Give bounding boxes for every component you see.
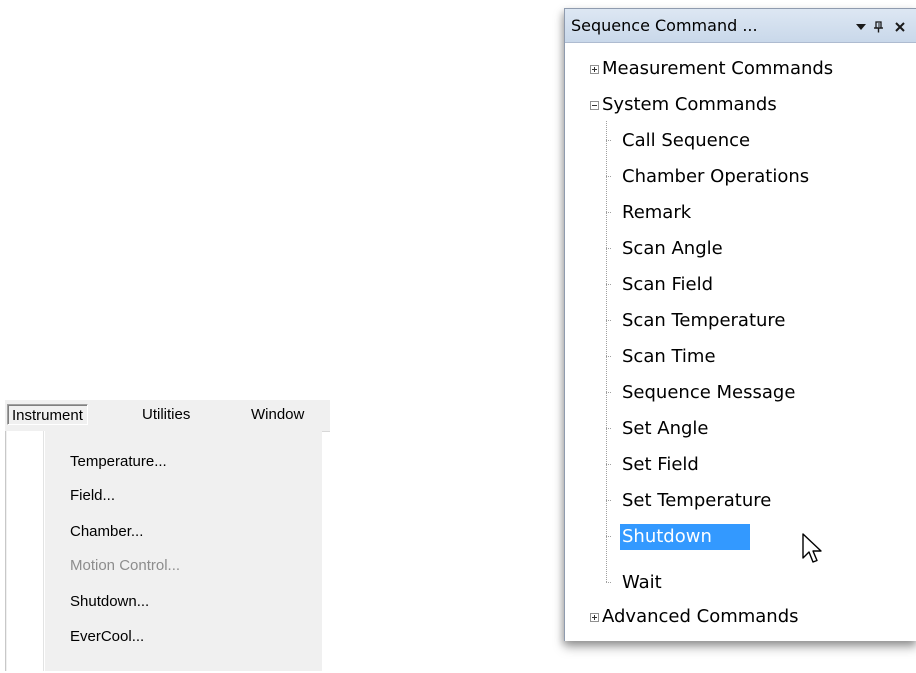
dropdown-arrow-icon[interactable] <box>852 9 870 43</box>
menu-item-shutdown[interactable]: Shutdown... <box>70 592 149 612</box>
tree-connector-tick <box>606 428 611 429</box>
tree-connector-tick <box>606 582 611 583</box>
pin-icon[interactable] <box>871 9 887 43</box>
tree-connector-tick <box>606 356 611 357</box>
panel-title: Sequence Command ... <box>571 16 758 35</box>
menu-item-field[interactable]: Field... <box>70 486 115 506</box>
tree-item-label: Call Sequence <box>622 130 751 151</box>
expand-plus-icon[interactable] <box>590 65 599 74</box>
tree-connector-tick <box>606 392 611 393</box>
tree-group-system-commands[interactable]: System Commands <box>565 92 916 118</box>
tree-connector-line <box>606 121 607 582</box>
tree-connector-tick <box>606 284 611 285</box>
tree-connector-tick <box>606 500 611 501</box>
mouse-pointer-icon <box>802 533 822 563</box>
tree-connector-tick <box>606 176 611 177</box>
tree-item-label: Remark <box>622 202 692 223</box>
sequence-command-panel: Sequence Command ... Measurement Command… <box>564 8 916 641</box>
panel-title-bar[interactable]: Sequence Command ... <box>565 9 916 43</box>
menu-item-temperature[interactable]: Temperature... <box>70 452 167 472</box>
tree-item-label: Scan Time <box>622 346 716 367</box>
menu-icon-gutter <box>7 431 43 671</box>
tree-group-label: Advanced Commands <box>602 606 799 627</box>
tree-item-label: Chamber Operations <box>622 166 810 187</box>
instrument-menu-panel: Instrument Utilities Window Temperature.… <box>5 400 330 671</box>
menu-bar: Instrument Utilities Window <box>5 400 330 432</box>
command-tree: Measurement Commands System Commands Cal… <box>565 43 916 641</box>
tree-item-label: Wait <box>622 572 662 593</box>
tree-connector-tick <box>606 464 611 465</box>
tree-item-label-selected: Shutdown <box>620 524 750 550</box>
instrument-dropdown: Temperature... Field... Chamber... Motio… <box>5 431 322 671</box>
tree-group-advanced-commands[interactable]: Advanced Commands <box>565 604 916 630</box>
menu-instrument[interactable]: Instrument <box>7 404 88 425</box>
menu-utilities[interactable]: Utilities <box>138 404 194 425</box>
expand-plus-icon[interactable] <box>590 613 599 622</box>
menu-item-evercool[interactable]: EverCool... <box>70 627 144 647</box>
tree-item-label: Sequence Message <box>622 382 796 403</box>
tree-item-label: Scan Temperature <box>622 310 786 331</box>
tree-connector-tick <box>606 248 611 249</box>
close-icon[interactable] <box>889 9 911 43</box>
tree-item-label: Set Angle <box>622 418 709 439</box>
tree-group-label: System Commands <box>602 94 777 115</box>
menu-item-motion-control: Motion Control... <box>70 557 181 574</box>
tree-group-label: Measurement Commands <box>602 58 834 79</box>
tree-item-label: Scan Field <box>622 274 714 295</box>
menu-gutter-divider-highlight <box>44 431 45 671</box>
tree-connector-tick <box>606 212 611 213</box>
tree-item-label: Set Field <box>622 454 699 475</box>
menu-item-chamber[interactable]: Chamber... <box>70 522 143 542</box>
collapse-minus-icon[interactable] <box>590 101 599 110</box>
tree-item-label: Scan Angle <box>622 238 723 259</box>
tree-connector-tick <box>606 320 611 321</box>
tree-item-label: Set Temperature <box>622 490 772 511</box>
tree-group-measurement-commands[interactable]: Measurement Commands <box>565 56 916 82</box>
tree-connector-tick <box>606 140 611 141</box>
tree-connector-tick <box>606 536 611 537</box>
menu-window[interactable]: Window <box>247 404 308 425</box>
